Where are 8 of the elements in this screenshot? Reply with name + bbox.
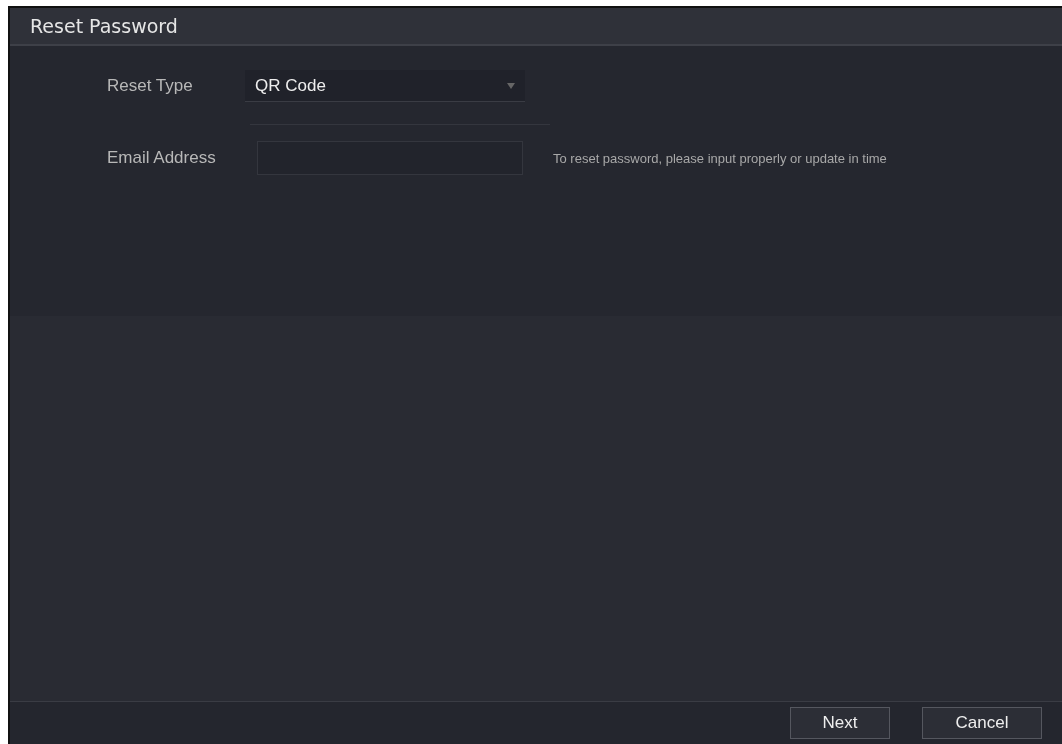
reset-type-dropdown[interactable]: QR Code bbox=[245, 70, 525, 102]
field-label: Email Address bbox=[106, 148, 217, 168]
window-title: Reset Password bbox=[30, 15, 178, 37]
caret-icon bbox=[507, 82, 515, 89]
next-button[interactable]: Next bbox=[790, 707, 890, 739]
field-label: Reset Type bbox=[106, 76, 194, 96]
cancel-button[interactable]: Cancel bbox=[922, 707, 1042, 739]
hint-text: To reset password, please input properly or update in time bbox=[553, 150, 887, 166]
